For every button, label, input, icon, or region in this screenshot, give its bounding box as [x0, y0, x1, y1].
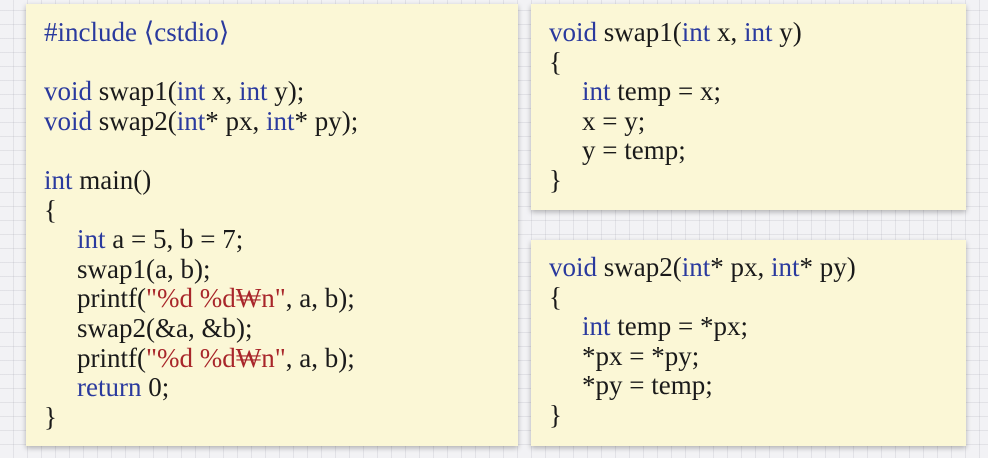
code-text: , a, b);: [285, 283, 355, 314]
keyword-int: int: [771, 252, 800, 282]
code-text: x,: [205, 76, 240, 107]
code-text: x,: [710, 17, 745, 47]
keyword-int: int: [176, 105, 206, 136]
temp-declaration-line: int temp = x;: [549, 76, 966, 107]
swap2-declaration: void swap2(int* px, int* py);: [44, 105, 518, 137]
keyword-void: void: [44, 105, 93, 136]
code-text: 0;: [141, 372, 170, 403]
code-text: y): [772, 17, 802, 47]
code-text: swap2(: [597, 252, 682, 282]
code-text: , a, b);: [285, 342, 355, 373]
keyword-int: int: [681, 17, 711, 47]
assign-y-line: y = temp;: [582, 135, 686, 166]
swap1-declaration: void swap1(int x, int y);: [44, 76, 518, 107]
return-line: return 0;: [44, 372, 518, 403]
keyword-int: int: [582, 76, 611, 107]
keyword-int: int: [744, 17, 773, 47]
code-text: temp = *px;: [610, 311, 748, 342]
keyword-int: int: [681, 252, 711, 282]
close-brace: }: [549, 399, 562, 430]
close-brace: }: [549, 164, 562, 195]
open-brace: {: [44, 194, 57, 225]
keyword-int: int: [266, 105, 295, 136]
assign-px-line: *px = *py;: [582, 340, 700, 371]
open-brace: {: [549, 46, 562, 77]
printf-line-1: printf("%d %d₩n", a, b);: [44, 284, 518, 314]
keyword-int: int: [239, 76, 268, 107]
main-signature: int main(): [44, 164, 518, 196]
temp-declaration-line: int temp = *px;: [549, 311, 966, 342]
format-string: "%d %d₩n": [145, 283, 286, 314]
keyword-int: int: [77, 224, 106, 255]
code-text: * py): [799, 252, 856, 282]
keyword-void: void: [44, 76, 93, 107]
swap1-signature: void swap1(int x, int y): [549, 17, 966, 48]
swap1-call-line: swap1(a, b);: [77, 253, 211, 284]
include-directive: #include ⟨cstdio⟩: [44, 17, 230, 47]
main-code-panel: #include ⟨cstdio⟩ void swap1(int x, int …: [26, 4, 518, 446]
open-brace: {: [549, 281, 562, 312]
swap1-code-panel: void swap1(int x, int y) { int temp = x;…: [531, 4, 966, 210]
code-text: printf(: [77, 342, 146, 373]
code-text: printf(: [77, 283, 146, 314]
keyword-return: return: [77, 372, 142, 403]
code-text: swap1(: [92, 76, 177, 107]
code-text: * px,: [710, 252, 772, 282]
swap2-call-line: swap2(&a, &b);: [77, 312, 253, 343]
assign-py-line: *py = temp;: [582, 370, 713, 401]
keyword-int: int: [176, 76, 206, 107]
keyword-int: int: [582, 311, 611, 342]
swap2-signature: void swap2(int* px, int* py): [549, 252, 966, 283]
code-text: temp = x;: [610, 76, 721, 107]
code-text: y);: [267, 76, 305, 107]
keyword-void: void: [549, 17, 598, 47]
printf-line-2: printf("%d %d₩n", a, b);: [44, 342, 518, 374]
keyword-int: int: [44, 164, 73, 195]
int-declaration-line: int a = 5, b = 7;: [44, 224, 518, 255]
code-text: * py);: [294, 105, 359, 136]
code-text: swap2(: [92, 105, 177, 136]
code-text: * px,: [205, 105, 267, 136]
code-text: swap1(: [597, 17, 682, 47]
swap2-code-panel: void swap2(int* px, int* py) { int temp …: [531, 240, 966, 446]
close-brace: }: [44, 401, 57, 432]
assign-x-line: x = y;: [582, 105, 646, 136]
keyword-void: void: [549, 252, 598, 282]
include-line: #include ⟨cstdio⟩: [44, 17, 518, 48]
code-text: a = 5, b = 7;: [105, 224, 244, 255]
code-text: main(): [72, 164, 152, 195]
format-string: "%d %d₩n": [145, 342, 286, 373]
